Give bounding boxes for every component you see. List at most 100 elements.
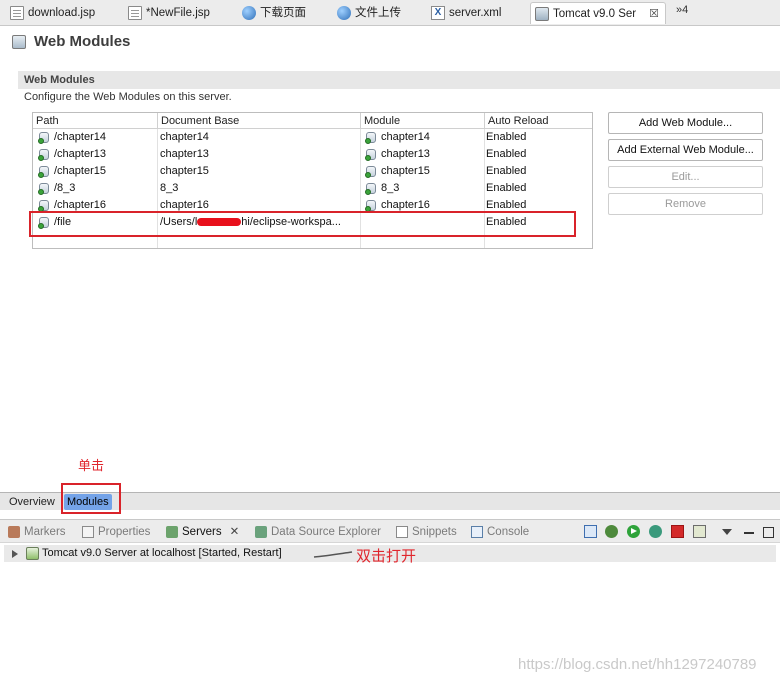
server-label: Tomcat v9.0 Server at localhost [Started…: [42, 547, 282, 559]
cell-document-base: chapter14: [160, 131, 209, 143]
tab-label: Tomcat v9.0 Ser: [553, 8, 637, 20]
tab-tomcat-server[interactable]: Tomcat v9.0 Ser ☒: [530, 2, 666, 24]
tab-snippets[interactable]: Snippets: [394, 524, 457, 540]
tab-label: download.jsp: [28, 7, 96, 19]
annotation-single-click: 单击: [78, 458, 105, 473]
markers-icon: [8, 526, 20, 538]
xml-file-icon: X: [431, 6, 445, 20]
minimize-icon[interactable]: [744, 532, 754, 534]
web-module-icon: [38, 131, 51, 144]
servers-icon: [166, 526, 178, 538]
cell-module: 8_3: [381, 182, 400, 194]
tab-markers[interactable]: Markers: [6, 524, 66, 540]
server-icon: [12, 35, 26, 49]
cell-document-base: 8_3: [160, 182, 179, 194]
web-module-icon: [365, 148, 378, 161]
cell-document-base: chapter13: [160, 148, 209, 160]
start-icon[interactable]: [627, 525, 640, 538]
column-header-path[interactable]: Path: [33, 113, 158, 129]
edit-button[interactable]: Edit...: [608, 166, 763, 188]
tab-server-xml[interactable]: X server.xml: [427, 2, 501, 24]
table-row[interactable]: /8_3 8_3 8_3 Enabled: [33, 180, 592, 197]
web-page-icon: [242, 6, 256, 20]
tab-overview[interactable]: Overview: [6, 494, 58, 510]
remove-button[interactable]: Remove: [608, 193, 763, 215]
tab-label: server.xml: [449, 7, 502, 19]
view-tab-label: Data Source Explorer: [271, 526, 381, 538]
column-header-auto-reload[interactable]: Auto Reload: [484, 113, 592, 129]
view-tab-label: Markers: [24, 526, 66, 538]
expand-arrow-icon[interactable]: [12, 550, 18, 558]
stop-icon[interactable]: [671, 525, 684, 538]
highlight-box-modules-tab: [61, 483, 121, 514]
table-row[interactable]: /chapter15 chapter15 chapter15 Enabled: [33, 163, 592, 180]
web-module-icon: [365, 182, 378, 195]
column-header-module[interactable]: Module: [360, 113, 484, 129]
editor-tab-bar: download.jsp *NewFile.jsp 下载页面 文件上传 X se…: [0, 0, 780, 26]
collapse-all-icon[interactable]: [584, 525, 597, 538]
tab-console[interactable]: Console: [469, 524, 529, 540]
web-module-icon: [365, 131, 378, 144]
tab-download-page[interactable]: 下载页面: [238, 2, 306, 24]
tab-data-source-explorer[interactable]: Data Source Explorer: [253, 524, 381, 540]
view-tab-label: Properties: [98, 526, 151, 538]
cell-auto-reload: Enabled: [486, 131, 527, 143]
console-icon: [471, 526, 483, 538]
cell-auto-reload: Enabled: [486, 148, 527, 160]
web-module-icon: [38, 148, 51, 161]
properties-icon: [82, 526, 94, 538]
publish-icon[interactable]: [693, 525, 706, 538]
add-external-web-module-button[interactable]: Add External Web Module...: [608, 139, 763, 161]
tab-servers[interactable]: Servers ✕: [164, 524, 239, 540]
close-icon[interactable]: ✕: [230, 526, 240, 538]
views-tab-bar: Markers Properties Servers ✕ Data Source …: [0, 519, 780, 543]
tab-label: 下载页面: [260, 7, 306, 19]
tab-properties[interactable]: Properties: [80, 524, 150, 540]
cell-path: /8_3: [54, 182, 76, 194]
section-description: Configure the Web Modules on this server…: [24, 91, 232, 103]
tab-label: 文件上传: [355, 7, 401, 19]
cell-module: chapter15: [381, 165, 430, 177]
table-row[interactable]: /chapter13 chapter13 chapter13 Enabled: [33, 146, 592, 163]
web-module-icon: [365, 165, 378, 178]
cell-path: /chapter15: [54, 165, 106, 177]
data-source-explorer-icon: [255, 526, 267, 538]
snippets-icon: [396, 526, 408, 538]
profile-icon[interactable]: [649, 525, 662, 538]
web-module-icon: [38, 165, 51, 178]
table-header: Path Document Base Module Auto Reload: [33, 113, 592, 129]
view-tab-label: Snippets: [412, 526, 457, 538]
cell-module: chapter13: [381, 148, 430, 160]
close-icon[interactable]: ☒: [649, 3, 659, 25]
jsp-file-icon: [10, 6, 24, 20]
cell-auto-reload: Enabled: [486, 182, 527, 194]
view-tab-label: Servers: [182, 526, 222, 538]
server-running-icon: [26, 547, 39, 560]
more-tabs-button[interactable]: »4: [676, 4, 688, 16]
annotation-connector: [313, 551, 353, 558]
highlight-box-file-row: [29, 211, 576, 237]
tab-download-jsp[interactable]: download.jsp: [6, 2, 95, 24]
web-page-icon: [337, 6, 351, 20]
cell-path: /chapter14: [54, 131, 106, 143]
page-title: Web Modules: [34, 33, 131, 50]
debug-icon[interactable]: [605, 525, 618, 538]
cell-auto-reload: Enabled: [486, 165, 527, 177]
cell-module: chapter14: [381, 131, 430, 143]
cell-document-base: chapter15: [160, 165, 209, 177]
maximize-icon[interactable]: [763, 527, 774, 538]
cell-path: /chapter13: [54, 148, 106, 160]
add-web-module-button[interactable]: Add Web Module...: [608, 112, 763, 134]
view-menu-icon[interactable]: [722, 529, 732, 535]
view-tab-label: Console: [487, 526, 530, 538]
jsp-file-icon: [128, 6, 142, 20]
tab-label: *NewFile.jsp: [146, 7, 210, 19]
column-header-document-base[interactable]: Document Base: [157, 113, 360, 129]
web-module-icon: [38, 182, 51, 195]
watermark: https://blog.csdn.net/hh1297240789: [518, 656, 757, 673]
tab-newfile-jsp[interactable]: *NewFile.jsp: [124, 2, 210, 24]
tab-upload-page[interactable]: 文件上传: [333, 2, 401, 24]
section-title: Web Modules: [18, 71, 780, 89]
table-row[interactable]: /chapter14 chapter14 chapter14 Enabled: [33, 129, 592, 146]
server-icon: [535, 7, 549, 21]
